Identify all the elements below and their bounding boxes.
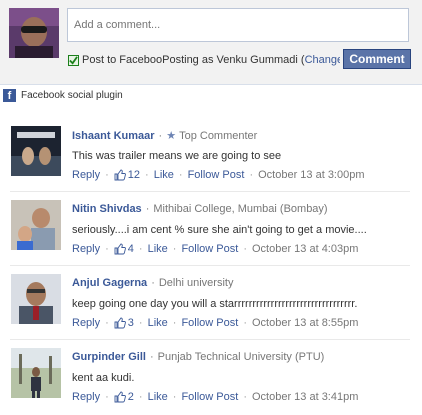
comment-timestamp[interactable]: October 13 at 8:55pm [252,317,358,329]
post-to-facebook-checkbox[interactable] [68,54,79,66]
commenter-name[interactable]: Gurpinder Gill [72,351,146,363]
facebook-icon: f [3,88,16,102]
change-link[interactable]: Change [305,54,340,66]
like-count[interactable]: 2 [114,391,134,403]
thumbs-up-icon [114,169,126,181]
reply-link[interactable]: Reply [72,169,100,181]
reply-link[interactable]: Reply [72,243,100,255]
like-link[interactable]: Like [148,391,168,403]
thumbs-up-icon [114,391,126,403]
like-count-value: 12 [127,169,141,181]
like-count-value: 3 [127,317,134,329]
thumbs-up-icon [114,317,126,329]
reply-link[interactable]: Reply [72,391,100,403]
commenter-name[interactable]: Anjul Gagerna [72,277,147,289]
comment-timestamp[interactable]: October 13 at 3:00pm [258,169,364,181]
comment-timestamp[interactable]: October 13 at 3:41pm [252,391,358,403]
star-icon: ★ [166,130,177,142]
like-link[interactable]: Like [154,169,174,181]
like-count-value: 4 [127,243,134,255]
social-plugin-row: f Facebook social plugin [3,87,123,103]
like-link[interactable]: Like [148,317,168,329]
comment-composer: Post to FacebooPosting as Venku Gummadi … [0,0,422,85]
avatar[interactable] [11,126,61,176]
commenter-affiliation[interactable]: Punjab Technical University (PTU) [158,351,325,363]
like-count-value: 2 [127,391,134,403]
comment-text: kent aa kudi. [72,372,135,384]
comment-item: Nitin Shivdas · Mithibai College, Mumbai … [0,191,422,267]
like-count[interactable]: 12 [114,169,140,181]
posting-as-label: Posting as Venku Gummadi [162,54,298,66]
comment-button[interactable]: Comment [343,49,411,69]
comment-text: seriously....i am cent % sure she ain't … [72,224,367,236]
follow-post-link[interactable]: Follow Post [188,169,245,181]
like-count[interactable]: 3 [114,317,134,329]
comment-timestamp[interactable]: October 13 at 4:03pm [252,243,358,255]
post-to-facebook-row: Post to Faceboo Posting as Venku Gummadi … [68,52,340,68]
comment-text: This was trailer means we are going to s… [72,150,282,162]
commenter-name[interactable]: Nitin Shivdas [72,203,142,215]
follow-post-link[interactable]: Follow Post [181,391,238,403]
avatar[interactable] [11,200,61,250]
comment-text: keep going one day you will a starrrrrrr… [72,298,358,310]
comment-input-box[interactable] [67,8,409,42]
comment-item: Ishaant Kumaar · ★ Top Commenter This was … [0,119,422,193]
like-count[interactable]: 4 [114,243,134,255]
avatar[interactable] [11,274,61,324]
post-to-facebook-label: Post to Faceboo [82,54,163,66]
like-link[interactable]: Like [148,243,168,255]
comment-item: Anjul Gagerna · Delhi university keep goi… [0,265,422,341]
current-user-avatar [9,8,59,58]
comment-list: Ishaant Kumaar · ★ Top Commenter This was … [0,119,422,415]
follow-post-link[interactable]: Follow Post [181,243,238,255]
avatar[interactable] [11,348,61,398]
commenter-affiliation[interactable]: Mithibai College, Mumbai (Bombay) [153,203,327,215]
commenter-affiliation[interactable]: Delhi university [159,277,234,289]
commenter-name[interactable]: Ishaant Kumaar [72,130,155,142]
follow-post-link[interactable]: Follow Post [181,317,238,329]
comment-input[interactable] [68,9,408,41]
thumbs-up-icon [114,243,126,255]
top-commenter-badge: Top Commenter [179,129,258,142]
reply-link[interactable]: Reply [72,317,100,329]
comment-item: Gurpinder Gill · Punjab Technical Univers… [0,339,422,415]
social-plugin-label: Facebook social plugin [21,89,123,101]
check-icon [69,55,78,65]
